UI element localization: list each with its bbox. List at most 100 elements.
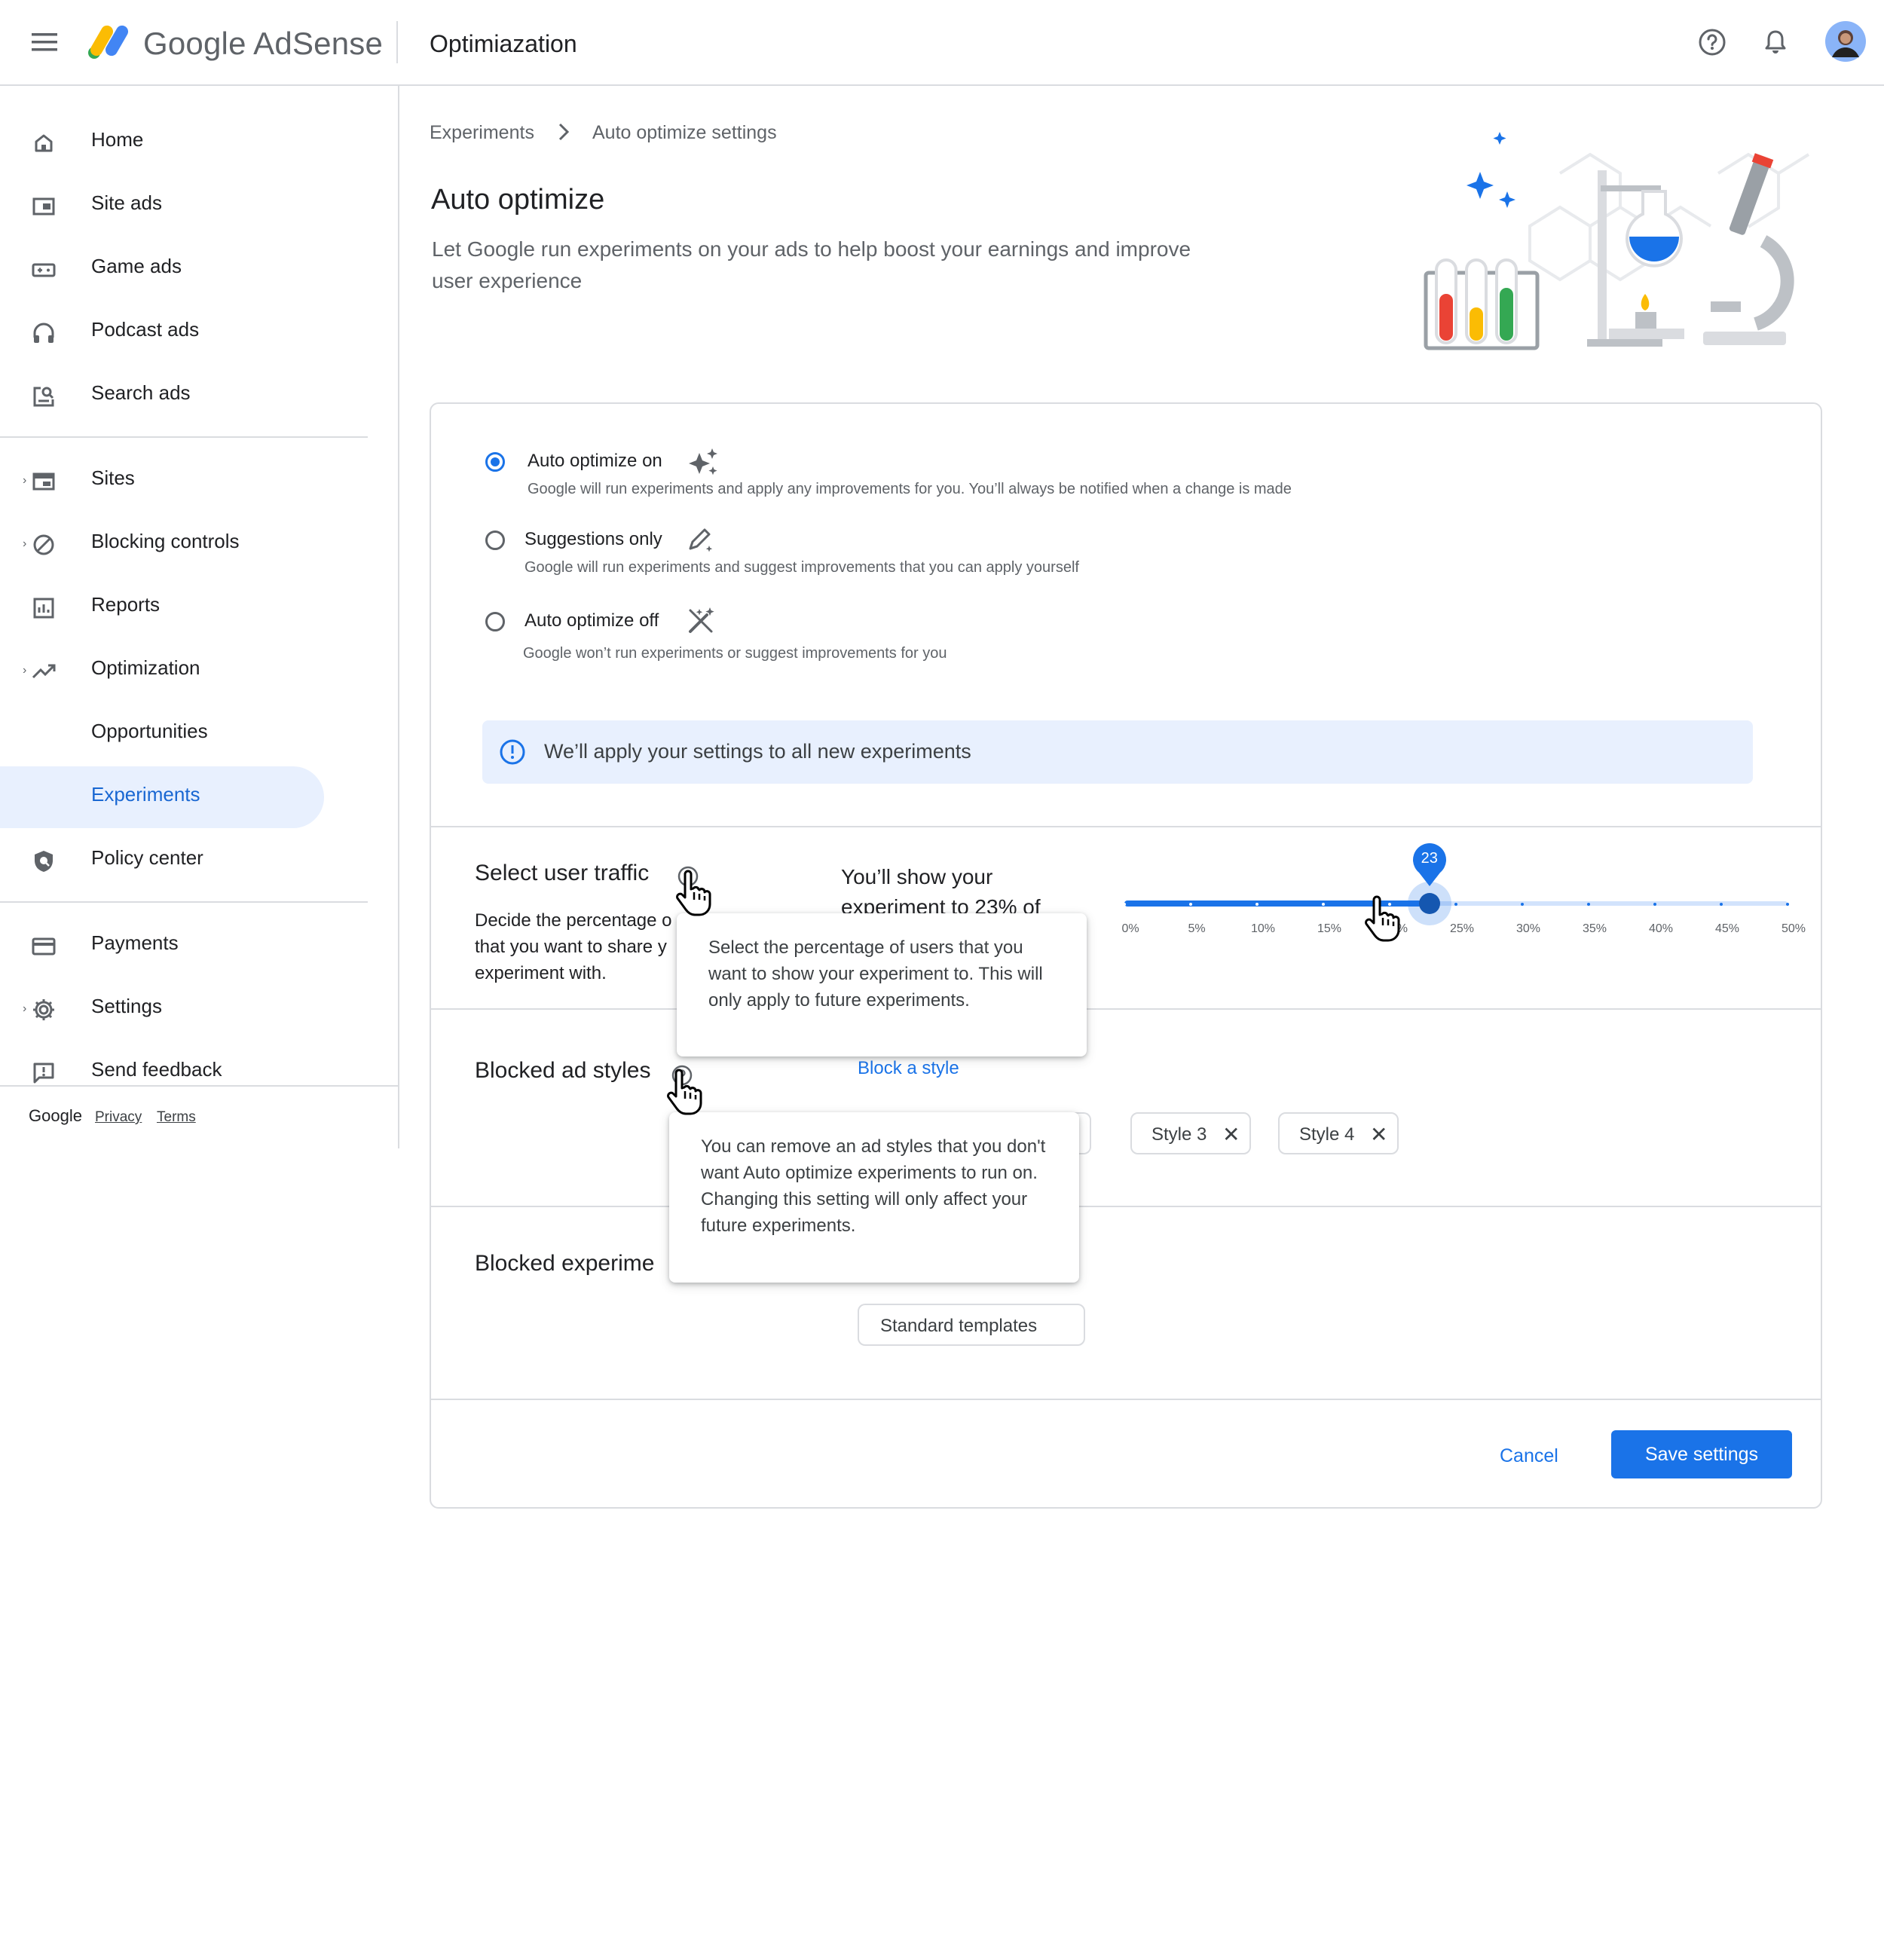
nav-label: Game ads: [91, 255, 182, 277]
footer-brand: Google: [29, 1106, 82, 1125]
option-description: Google will run experiments and apply an…: [528, 481, 1292, 497]
expand-caret-icon[interactable]: ›: [23, 474, 26, 488]
slider-tick-label: 30%: [1515, 922, 1541, 935]
traffic-slider[interactable]: 0%5%10%15%20%25%30%35%40%45%50% 23: [1121, 843, 1806, 966]
slider-tick-label: 5%: [1188, 922, 1206, 935]
nav-item-send-feedback[interactable]: Send feedback: [0, 1041, 324, 1103]
cancel-button[interactable]: Cancel: [1500, 1445, 1558, 1467]
feedback-icon: [30, 1060, 57, 1087]
option-label: Auto optimize off: [525, 610, 659, 631]
nav-item-blocking-controls[interactable]: › Blocking controls: [0, 513, 324, 575]
nav-label: Optimization: [91, 656, 200, 679]
chip-label: Style 3: [1152, 1124, 1207, 1145]
header-divider: [396, 21, 398, 63]
remove-chip-icon[interactable]: ✕: [1370, 1122, 1387, 1147]
breadcrumb-parent[interactable]: Experiments: [430, 122, 534, 144]
nav-item-game-ads[interactable]: Game ads: [0, 238, 324, 300]
menu-icon[interactable]: [32, 32, 59, 53]
nav-item-opportunities[interactable]: Opportunities: [0, 703, 324, 765]
slider-tick: [1322, 903, 1325, 906]
avatar[interactable]: [1825, 21, 1866, 62]
nav-item-payments[interactable]: Payments: [0, 915, 324, 977]
radio-auto-optimize-on[interactable]: [485, 452, 505, 472]
nav-label: Sites: [91, 466, 135, 489]
hand-cursor-icon: [665, 1069, 704, 1115]
section-divider: [431, 1008, 1821, 1010]
slider-tick-label: 0%: [1121, 922, 1139, 935]
notifications-icon[interactable]: [1760, 27, 1791, 57]
privacy-link[interactable]: Privacy: [95, 1109, 142, 1126]
nav-label: Site ads: [91, 191, 162, 214]
blocked-styles-tooltip: You can remove an ad styles that you don…: [669, 1112, 1079, 1283]
section-title: Optimiazation: [430, 30, 577, 57]
nav-item-experiments[interactable]: Experiments: [0, 766, 324, 828]
expand-caret-icon[interactable]: ›: [23, 1002, 26, 1016]
template-chip[interactable]: Standard templates: [858, 1304, 1085, 1346]
nav-item-podcast-ads[interactable]: Podcast ads: [0, 301, 324, 363]
nav-label: Search ads: [91, 381, 191, 404]
nav-item-site-ads[interactable]: Site ads: [0, 175, 324, 237]
slider-tick: [1786, 903, 1789, 906]
hand-cursor-icon: [674, 870, 713, 916]
nav-item-policy-center[interactable]: Policy center: [0, 830, 324, 891]
chevron-right-icon: [556, 121, 571, 143]
traffic-desc-2: that you want to share y: [475, 937, 667, 957]
nav-item-home[interactable]: Home: [0, 112, 324, 173]
slider-tick: [1189, 903, 1192, 906]
option-description: Google won’t run experiments or suggest …: [523, 645, 947, 662]
slider-tick-label: 25%: [1449, 922, 1475, 935]
game-ads-icon: [30, 256, 57, 283]
radio-suggestions-only[interactable]: [485, 531, 505, 550]
nav-label: Send feedback: [91, 1058, 222, 1081]
slider-tick-label: 45%: [1714, 922, 1740, 935]
radio-auto-optimize-off[interactable]: [485, 612, 505, 631]
sites-icon: [30, 468, 57, 495]
nav-item-sites[interactable]: › Sites: [0, 450, 324, 512]
info-icon: [499, 738, 526, 766]
info-banner: We’ll apply your settings to all new exp…: [482, 720, 1753, 784]
help-icon[interactable]: [1697, 27, 1727, 57]
option-description: Google will run experiments and suggest …: [525, 559, 1079, 576]
adsense-logo-icon: [87, 21, 132, 60]
section-divider: [431, 1399, 1821, 1400]
headphones-icon: [30, 320, 57, 347]
slider-tick: [1521, 903, 1524, 906]
expand-caret-icon[interactable]: ›: [23, 537, 26, 551]
section-divider: [431, 826, 1821, 827]
option-label: Suggestions only: [525, 529, 662, 549]
slider-tick-label: 15%: [1317, 922, 1342, 935]
slider-tick: [1454, 903, 1457, 906]
page-title: Auto optimize: [431, 184, 605, 216]
style-chip[interactable]: Style 4 ✕: [1278, 1112, 1399, 1154]
policy-icon: [30, 848, 57, 875]
slider-thumb[interactable]: [1418, 893, 1440, 914]
top-app-bar: Google AdSense Optimiazation: [0, 0, 1884, 86]
slider-tick: [1720, 903, 1723, 906]
save-settings-button[interactable]: Save settings: [1611, 1430, 1792, 1478]
lab-illustration: [1417, 128, 1831, 351]
slider-value-bubble: 23: [1411, 841, 1448, 888]
remove-chip-icon[interactable]: ✕: [1222, 1122, 1240, 1147]
slider-tick-label: 10%: [1250, 922, 1276, 935]
site-ads-icon: [30, 193, 57, 220]
blocked-experiments-title: Blocked experime: [475, 1251, 655, 1276]
hand-cursor-icon: [1363, 895, 1402, 942]
nav-label: Home: [91, 128, 144, 151]
block-a-style-link[interactable]: Block a style: [858, 1058, 959, 1079]
chip-label: Style 4: [1299, 1124, 1355, 1145]
nav-item-optimization[interactable]: › Optimization: [0, 640, 324, 702]
traffic-tooltip: Select the percentage of users that you …: [677, 913, 1087, 1056]
nav-item-settings[interactable]: › Settings: [0, 978, 324, 1040]
expand-caret-icon[interactable]: ›: [23, 664, 26, 677]
slider-tick-label: 50%: [1781, 922, 1806, 935]
traffic-title: Select user traffic: [475, 861, 650, 885]
slider-tick: [1587, 903, 1590, 906]
reports-icon: [30, 595, 57, 622]
nav-label: Opportunities: [91, 720, 208, 742]
nav-item-reports[interactable]: Reports: [0, 576, 324, 638]
style-chip[interactable]: Style 3 ✕: [1130, 1112, 1251, 1154]
terms-link[interactable]: Terms: [157, 1109, 196, 1126]
nav-label: Payments: [91, 931, 179, 954]
nav-item-search-ads[interactable]: Search ads: [0, 365, 324, 427]
nav-label: Experiments: [91, 783, 200, 806]
